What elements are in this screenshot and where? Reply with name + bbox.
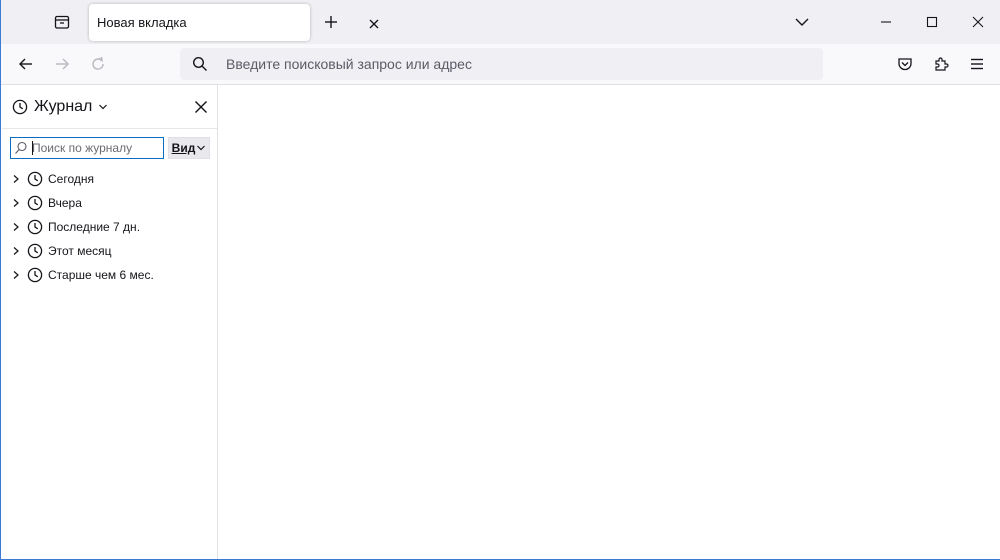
tab-close-button[interactable]	[366, 16, 382, 32]
list-all-tabs-button[interactable]	[788, 8, 816, 36]
history-search-box[interactable]	[10, 137, 164, 159]
hamburger-icon	[971, 58, 983, 70]
plus-icon	[325, 16, 337, 28]
maximize-button[interactable]	[909, 0, 955, 44]
clock-icon	[12, 99, 28, 115]
browser-window: Новая вкладка Введите поисковый запрос и…	[0, 0, 1000, 560]
history-tree: Сегодня Вчера Последние 7 дн. Этот месяц	[2, 167, 217, 287]
sidebar-header: Журнал	[2, 85, 217, 129]
arrow-right-icon	[56, 58, 69, 70]
forward-button[interactable]	[48, 50, 76, 78]
text-caret	[32, 141, 33, 155]
minimize-icon	[881, 21, 891, 23]
history-search-input[interactable]	[32, 138, 162, 158]
tab-strip: Новая вкладка	[1, 0, 1000, 44]
new-tab-button[interactable]	[317, 8, 345, 36]
history-group-older-than-6-months[interactable]: Старше чем 6 мес.	[2, 263, 217, 287]
chevron-right-icon[interactable]	[11, 174, 21, 184]
url-input[interactable]	[226, 48, 806, 80]
firefox-view-button[interactable]	[47, 8, 77, 36]
chevron-right-icon[interactable]	[11, 198, 21, 208]
history-group-this-month[interactable]: Этот месяц	[2, 239, 217, 263]
close-icon	[369, 19, 379, 29]
window-close-button[interactable]	[955, 0, 1000, 44]
sidebar-switcher[interactable]: Журнал	[12, 95, 108, 119]
history-group-label: Последние 7 дн.	[48, 220, 141, 234]
clock-icon	[27, 171, 43, 187]
chevron-right-icon[interactable]	[11, 270, 21, 280]
view-menu-label: Вид	[171, 141, 196, 155]
history-sidebar: Журнал Вид	[2, 85, 218, 559]
chevron-right-icon[interactable]	[11, 246, 21, 256]
reload-icon	[92, 56, 104, 70]
close-icon	[195, 101, 207, 113]
app-menu-button[interactable]	[963, 50, 991, 78]
arrow-left-icon	[19, 58, 32, 70]
tab-title: Новая вкладка	[97, 15, 187, 30]
chevron-down-icon	[99, 104, 108, 110]
navigation-toolbar	[1, 44, 1000, 85]
close-icon	[972, 16, 984, 28]
clock-icon	[27, 195, 43, 211]
search-icon	[192, 56, 207, 71]
chevron-down-icon	[795, 18, 809, 26]
sidebar-title: Журнал	[34, 98, 93, 115]
firefox-view-icon	[54, 15, 70, 29]
chevron-down-icon	[197, 145, 206, 151]
view-menu-button[interactable]: Вид	[168, 137, 210, 159]
page-content[interactable]	[218, 85, 1000, 559]
pocket-icon	[898, 58, 912, 71]
clock-icon	[27, 267, 43, 283]
history-group-label: Сегодня	[48, 172, 94, 186]
back-button[interactable]	[12, 50, 40, 78]
history-group-yesterday[interactable]: Вчера	[2, 191, 217, 215]
extensions-button[interactable]	[927, 50, 955, 78]
clock-icon	[27, 219, 43, 235]
chevron-right-icon[interactable]	[11, 222, 21, 232]
sidebar-close-button[interactable]	[189, 95, 213, 119]
clock-icon	[27, 243, 43, 259]
minimize-button[interactable]	[863, 0, 909, 44]
history-group-label: Старше чем 6 мес.	[48, 268, 154, 282]
tab-new-tab[interactable]: Новая вкладка	[89, 4, 379, 41]
history-group-last-7-days[interactable]: Последние 7 дн.	[2, 215, 217, 239]
pocket-button[interactable]	[891, 50, 919, 78]
url-bar[interactable]	[180, 48, 823, 80]
history-group-label: Этот месяц	[48, 244, 112, 258]
search-icon	[15, 141, 27, 154]
history-group-label: Вчера	[48, 196, 82, 210]
puzzle-icon	[935, 57, 949, 71]
maximize-icon	[926, 16, 938, 28]
reload-button[interactable]	[84, 50, 112, 78]
history-group-today[interactable]: Сегодня	[2, 167, 217, 191]
